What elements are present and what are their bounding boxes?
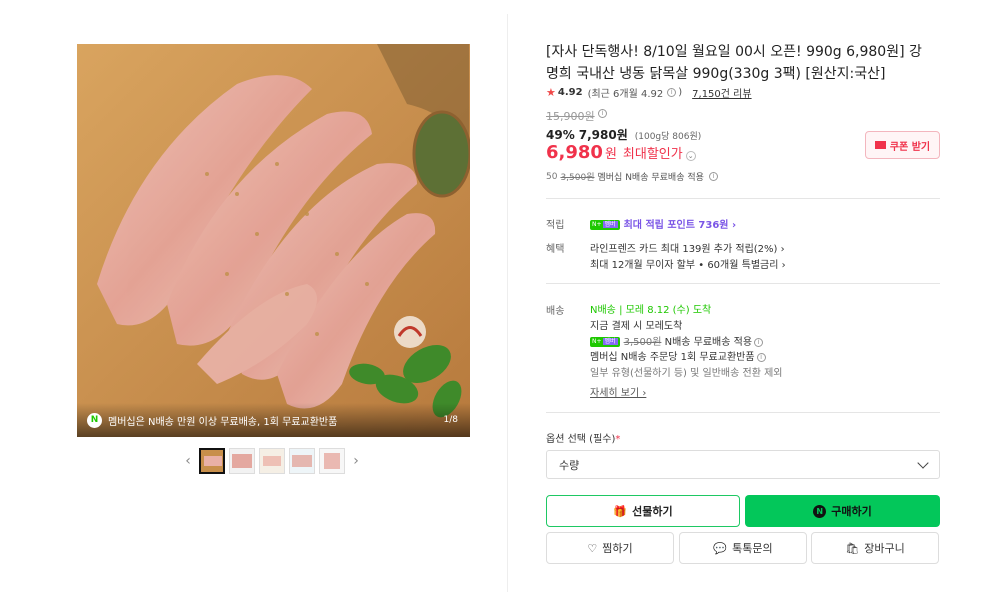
max-discount-won: 원 [604, 147, 617, 162]
max-discount-price: 6,980 [546, 142, 603, 163]
select-value: 수량 [559, 458, 580, 472]
star-icon: ★ [546, 86, 556, 99]
heart-icon: ♡ [587, 541, 598, 555]
talk-label: 톡톡문의 [732, 542, 773, 555]
gift-label: 선물하기 [632, 505, 673, 518]
thumb-prev-button[interactable]: ‹ [181, 447, 195, 475]
benefit-label: 혜택 [546, 244, 565, 255]
original-price: 15,900원 [546, 110, 595, 123]
product-photo [77, 44, 470, 437]
max-discount-label: 최대할인가 [622, 147, 683, 162]
info-icon[interactable]: i [756, 352, 766, 362]
points-row[interactable]: N+ 멤버 최대 적립 포인트 736원 › [590, 216, 736, 231]
delivery-exchange-text: 멤버십 N배송 주문당 1회 무료교환반품 [590, 352, 755, 363]
cart-button[interactable]: 🛍 장바구니 [811, 532, 939, 564]
thumbnail[interactable] [199, 448, 225, 474]
shipping-original-fee: 3,500원 [560, 173, 595, 183]
sale-price: 7,980원 [578, 128, 628, 142]
thumbnail[interactable] [229, 448, 255, 474]
buy-label: 구매하기 [831, 505, 872, 518]
option-label-text: 옵션 선택 [546, 434, 586, 445]
points-label: 적립 [546, 220, 565, 231]
info-icon[interactable]: i [598, 109, 607, 118]
buy-button[interactable]: N 구매하기 [745, 495, 940, 527]
chat-icon: 💬 [713, 541, 728, 555]
arrival-date: 모레 8.12 (수) 도착 [625, 305, 712, 316]
delivery-line-2: 지금 결제 시 모레도착 [590, 321, 683, 332]
info-icon[interactable]: i [667, 88, 677, 97]
thumbnail-strip: ‹ › [181, 447, 363, 475]
thumbnail[interactable] [289, 448, 315, 474]
image-counter: 1/8 [443, 415, 458, 425]
info-icon[interactable]: i [754, 337, 764, 347]
naver-membership-icon: N [87, 412, 102, 428]
discount-row: 49% 7,980원 (100g당 806원) [546, 126, 701, 143]
option-label: 옵션 선택 (필수)* [546, 430, 620, 445]
panel-divider [507, 14, 508, 592]
cart-label: 장바구니 [864, 542, 905, 555]
section-divider [546, 198, 940, 199]
n-delivery-badge: N배송 [590, 305, 616, 316]
max-discount-row[interactable]: 6,980 원 최대할인가 ⌄ [546, 142, 696, 163]
gift-icon: 🎁 [613, 504, 628, 518]
delivery-line-5: 일부 유형(선물하기 등) 및 일반배송 전환 제외 [590, 368, 783, 379]
naver-n-icon: N [813, 504, 827, 518]
chevron-down-icon[interactable]: ⌄ [685, 151, 696, 161]
chevron-down-icon [917, 456, 929, 469]
product-title: [자사 단독행사! 8/10일 월요일 00시 오픈! 990g 6,980원]… [546, 44, 922, 82]
section-divider [546, 283, 940, 284]
option-label-suffix: (필수) [589, 434, 616, 445]
shipping-line: 50 3,500원 멤버십 N배송 무료배송 적용 i [546, 170, 718, 183]
thumbnail[interactable] [319, 448, 345, 474]
coupon-button[interactable]: 쿠폰 받기 [865, 131, 940, 159]
quantity-select[interactable]: 수량 [546, 450, 940, 479]
cart-icon: 🛍 [845, 541, 860, 555]
unit-price: (100g당 806원) [634, 132, 702, 142]
delivery-line-3: N+ 멤버 3,500원 N배송 무료배송 적용 i [590, 333, 764, 348]
zzim-button[interactable]: ♡ 찜하기 [546, 532, 674, 564]
delivery-line-4: 멤버십 N배송 주문당 1회 무료교환반품 i [590, 348, 766, 363]
delivery-original-fee: 3,500원 [623, 337, 662, 348]
delivery-label: 배송 [546, 306, 565, 317]
naver-plus-badge: N+ 멤버 [590, 220, 620, 230]
coupon-icon [874, 141, 886, 149]
shipping-prefix: 50 [546, 171, 558, 182]
delivery-details-link[interactable]: 자세히 보기 › [590, 384, 646, 399]
reviews-link[interactable]: 7,150건 리뷰 [692, 85, 751, 100]
benefit-line-1[interactable]: 라인프렌즈 카드 최대 139원 추가 적립(2%) › [590, 240, 785, 255]
rating-row: ★ 4.92 (최근 6개월 4.92 i) 7,150건 리뷰 [546, 85, 752, 100]
shipping-text: 멤버십 N배송 무료배송 적용 [597, 173, 704, 183]
zzim-label: 찜하기 [602, 542, 633, 555]
delivery-free-text: N배송 무료배송 적용 [664, 337, 753, 348]
gift-button[interactable]: 🎁 선물하기 [546, 495, 740, 527]
rating-value: 4.92 [557, 87, 583, 98]
discount-percent: 49% [546, 128, 575, 142]
talk-button[interactable]: 💬 톡톡문의 [679, 532, 807, 564]
section-divider [546, 412, 940, 413]
membership-banner: N 멤버십은 N배송 만원 이상 무료배송, 1회 무료교환반품 1/8 [77, 403, 470, 437]
coupon-label: 쿠폰 받기 [889, 141, 931, 153]
points-link[interactable]: 최대 적립 포인트 736원 › [624, 220, 737, 231]
banner-text: 멤버십은 N배송 만원 이상 무료배송, 1회 무료교환반품 [108, 416, 338, 428]
info-icon[interactable]: i [708, 172, 718, 181]
product-main-image[interactable]: N 멤버십은 N배송 만원 이상 무료배송, 1회 무료교환반품 1/8 [77, 44, 470, 437]
benefit-line-2[interactable]: 최대 12개월 무이자 할부 • 60개월 특별금리 › [590, 256, 786, 271]
rating-sub-close: ) [678, 87, 683, 98]
thumbnail[interactable] [259, 448, 285, 474]
required-mark: * [615, 434, 621, 445]
rating-sub: (최근 6개월 4.92 [587, 89, 664, 100]
thumb-next-button[interactable]: › [349, 447, 363, 475]
delivery-arrival-row: N배송 | 모레 8.12 (수) 도착 [590, 305, 712, 316]
naver-plus-badge: N+ 멤버 [590, 337, 620, 347]
